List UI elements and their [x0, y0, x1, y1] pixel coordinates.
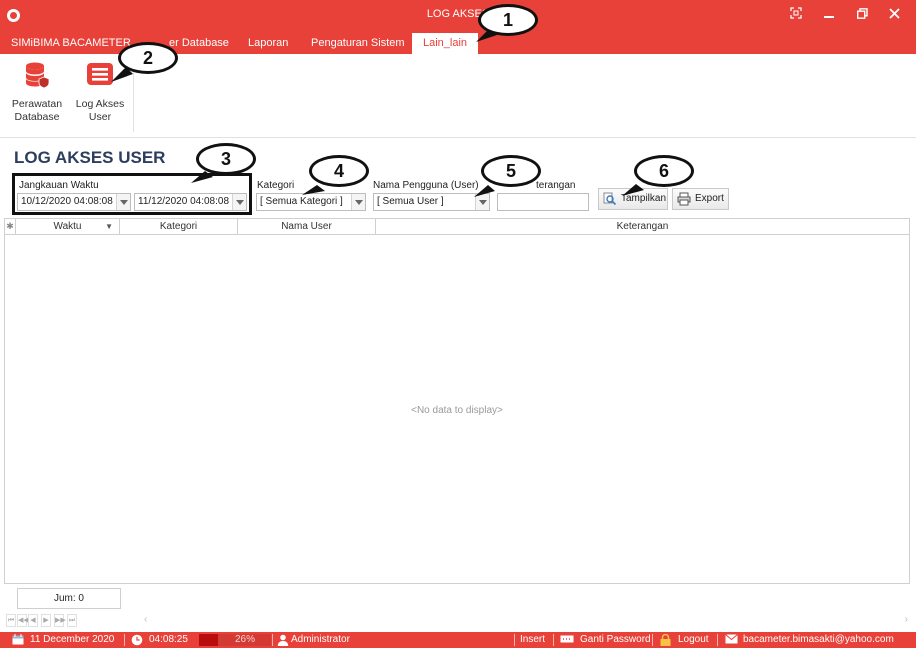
row-count: Jum: 0 [17, 588, 121, 609]
status-divider [717, 634, 718, 646]
printer-icon [677, 192, 691, 206]
callout-3: 3 [196, 143, 256, 175]
category-value: [ Semua Kategori ] [260, 196, 343, 207]
tab-simibima-bacameter[interactable]: SIMiBIMA BACAMETER [11, 37, 131, 49]
grid-header: ✱ Waktu ▼ Kategori Nama User Keterangan [5, 219, 909, 235]
lock-icon [660, 633, 671, 648]
calendar-icon [12, 634, 24, 648]
log-akses-user-button[interactable]: Log Akses User [74, 60, 126, 124]
status-user: Administrator [291, 634, 350, 645]
chevron-down-icon[interactable] [475, 194, 489, 210]
chevron-down-icon[interactable] [351, 194, 365, 210]
status-email: bacameter.bimasakti@yahoo.com [743, 634, 894, 645]
column-header-waktu[interactable]: Waktu ▼ [16, 219, 120, 235]
log-akses-line1: Log Akses [75, 98, 125, 110]
log-grid[interactable]: ✱ Waktu ▼ Kategori Nama User Keterangan … [4, 218, 910, 584]
restore-button[interactable] [851, 5, 873, 25]
memory-progress: 26% [199, 634, 271, 646]
search-icon [603, 192, 617, 206]
date-range-highlight [12, 173, 252, 215]
tab-master-database[interactable]: er Database [169, 37, 229, 49]
database-icon [11, 60, 63, 92]
callout-4: 4 [309, 155, 369, 187]
callout-2: 2 [118, 42, 178, 74]
window-title: LOG AKSES [426, 8, 490, 20]
scroll-right-icon[interactable]: › [905, 614, 908, 625]
progress-fill [199, 634, 218, 646]
user-label: Nama Pengguna (User) [373, 180, 479, 191]
tab-lain-lain[interactable]: Lain_lain [412, 33, 479, 54]
callout-6: 6 [634, 155, 694, 187]
status-divider [124, 634, 125, 646]
column-label-waktu: Waktu [53, 221, 82, 232]
column-header-kategori[interactable]: Kategori [120, 219, 238, 235]
user-value: [ Semua User ] [377, 196, 444, 207]
callout-5: 5 [481, 155, 541, 187]
status-divider [514, 634, 515, 646]
keterangan-label: terangan [536, 180, 576, 191]
status-insert-mode: Insert [520, 634, 546, 645]
column-header-keterangan[interactable]: Keterangan [376, 219, 909, 235]
status-divider [553, 634, 554, 646]
status-date: 11 December 2020 [30, 634, 115, 645]
next-record-icon[interactable]: ▶ [41, 614, 51, 627]
sort-desc-icon: ▼ [105, 222, 113, 231]
export-button[interactable]: Export [672, 188, 729, 210]
progress-text: 26% [235, 634, 256, 645]
callout-1: 1 [478, 4, 538, 36]
log-akses-line2: User [88, 111, 112, 123]
tab-laporan[interactable]: Laporan [248, 37, 288, 49]
change-password-link[interactable]: Ganti Password [580, 634, 651, 646]
fullscreen-icon[interactable] [785, 5, 807, 25]
empty-grid-text: <No data to display> [411, 405, 503, 416]
grid-navigator: ⏮ ◀◀ ◀ ▶ ▶▶ ⏭ ‹ › [4, 613, 910, 629]
prev-page-icon[interactable]: ◀◀ [17, 614, 29, 627]
tab-pengaturan-sistem[interactable]: Pengaturan Sistem [311, 37, 405, 49]
logout-link[interactable]: Logout [678, 634, 709, 646]
grid-footer: Jum: 0 [4, 586, 910, 612]
clock-icon [131, 634, 143, 648]
status-divider [652, 634, 653, 646]
perawatan-database-button[interactable]: Perawatan Database [11, 60, 63, 124]
minimize-button[interactable] [818, 5, 840, 25]
mail-icon [725, 634, 738, 648]
password-icon [560, 634, 574, 648]
last-page-icon[interactable]: ⏭ [67, 614, 77, 627]
close-button[interactable] [883, 5, 905, 25]
status-divider [272, 634, 273, 646]
first-page-icon[interactable]: ⏮ [6, 614, 16, 627]
new-row-indicator-icon: ✱ [5, 219, 16, 235]
keterangan-input[interactable] [497, 193, 589, 211]
page-title: LOG AKSES USER [14, 148, 166, 167]
tampilkan-label: Tampilkan [621, 193, 667, 204]
perawatan-line2: Database [14, 111, 60, 123]
title-bar: LOG AKSES [0, 0, 916, 30]
log-list-icon [74, 60, 126, 92]
user-select[interactable]: [ Semua User ] [373, 193, 490, 211]
user-icon [277, 634, 289, 648]
tampilkan-button[interactable]: Tampilkan [598, 188, 668, 210]
category-label: Kategori [257, 180, 295, 191]
export-label: Export [695, 193, 724, 204]
perawatan-line1: Perawatan [11, 98, 63, 110]
status-time: 04:08:25 [149, 634, 188, 645]
prev-record-icon[interactable]: ◀ [28, 614, 38, 627]
next-page-icon[interactable]: ▶▶ [54, 614, 66, 627]
column-header-nama-user[interactable]: Nama User [238, 219, 376, 235]
scroll-left-icon[interactable]: ‹ [144, 614, 147, 625]
status-bar: 11 December 2020 04:08:25 26% Administra… [0, 632, 916, 648]
category-select[interactable]: [ Semua Kategori ] [256, 193, 366, 211]
